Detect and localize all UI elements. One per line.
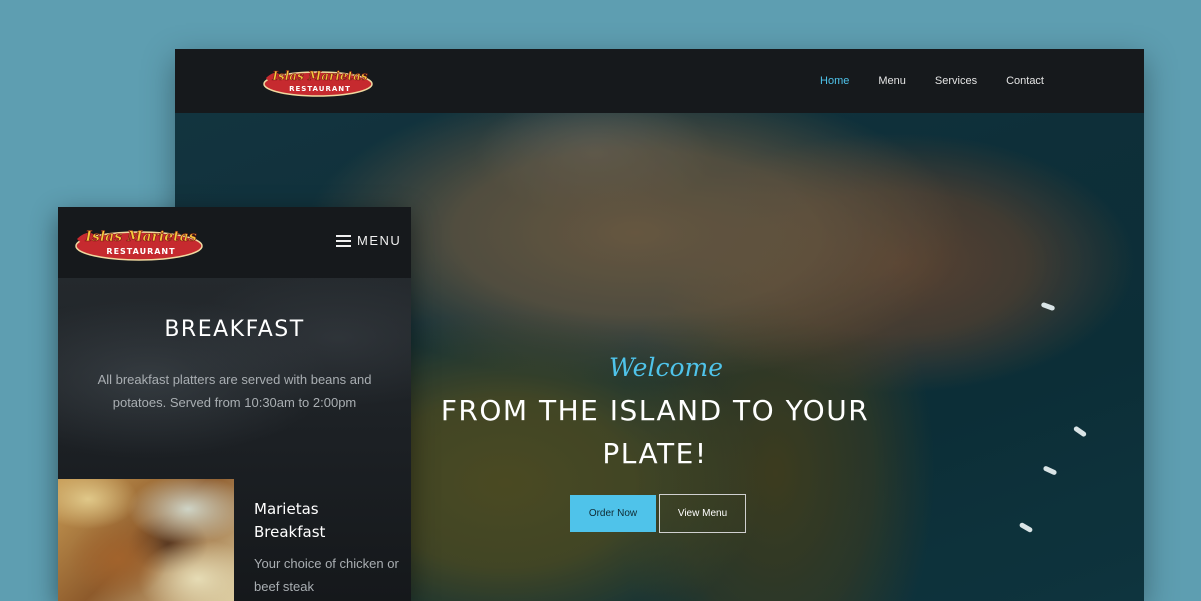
nav-home-link[interactable]: Home: [820, 75, 849, 87]
desktop-logo-tagline: RESTAURANT: [289, 85, 351, 93]
mobile-navbar: Islas Marietas RESTAURANT MENU: [58, 207, 411, 278]
menu-item-description: Your choice of chicken or beef steak: [254, 556, 399, 594]
desktop-navbar: Islas Marietas RESTAURANT Home Menu Serv…: [175, 49, 1144, 113]
breakfast-description: All breakfast platters are served with b…: [97, 372, 372, 410]
menu-item-title: Marietas Breakfast: [254, 500, 326, 541]
desktop-nav-links: Home Menu Services Contact: [820, 49, 1044, 113]
breakfast-title: BREAKFAST: [164, 317, 305, 342]
hero-welcome-text: Welcome: [609, 353, 724, 382]
nav-services-link[interactable]: Services: [935, 75, 977, 87]
hero-headline: FROM THE ISLAND TO YOUR PLATE!: [440, 394, 870, 470]
mobile-menu-label: MENU: [357, 233, 402, 248]
restaurant-logo-icon[interactable]: Islas Marietas RESTAURANT: [260, 66, 373, 98]
view-menu-button[interactable]: View Menu: [659, 494, 746, 533]
nav-menu-link[interactable]: Menu: [878, 75, 906, 87]
hamburger-icon: [336, 234, 351, 247]
mobile-logo-name: Islas Marietas: [84, 229, 196, 245]
order-now-button[interactable]: Order Now: [570, 495, 656, 532]
restaurant-logo-icon[interactable]: Islas Marietas RESTAURANT: [71, 225, 204, 262]
desktop-logo-name: Islas Marietas: [271, 69, 368, 83]
mobile-menu-button[interactable]: MENU: [336, 233, 401, 248]
mobile-logo-tagline: RESTAURANT: [106, 247, 175, 256]
food-photo: [58, 479, 234, 601]
nav-contact-link[interactable]: Contact: [1006, 75, 1044, 87]
mobile-mockup: Islas Marietas RESTAURANT MENU BREAKFAST…: [58, 207, 411, 601]
